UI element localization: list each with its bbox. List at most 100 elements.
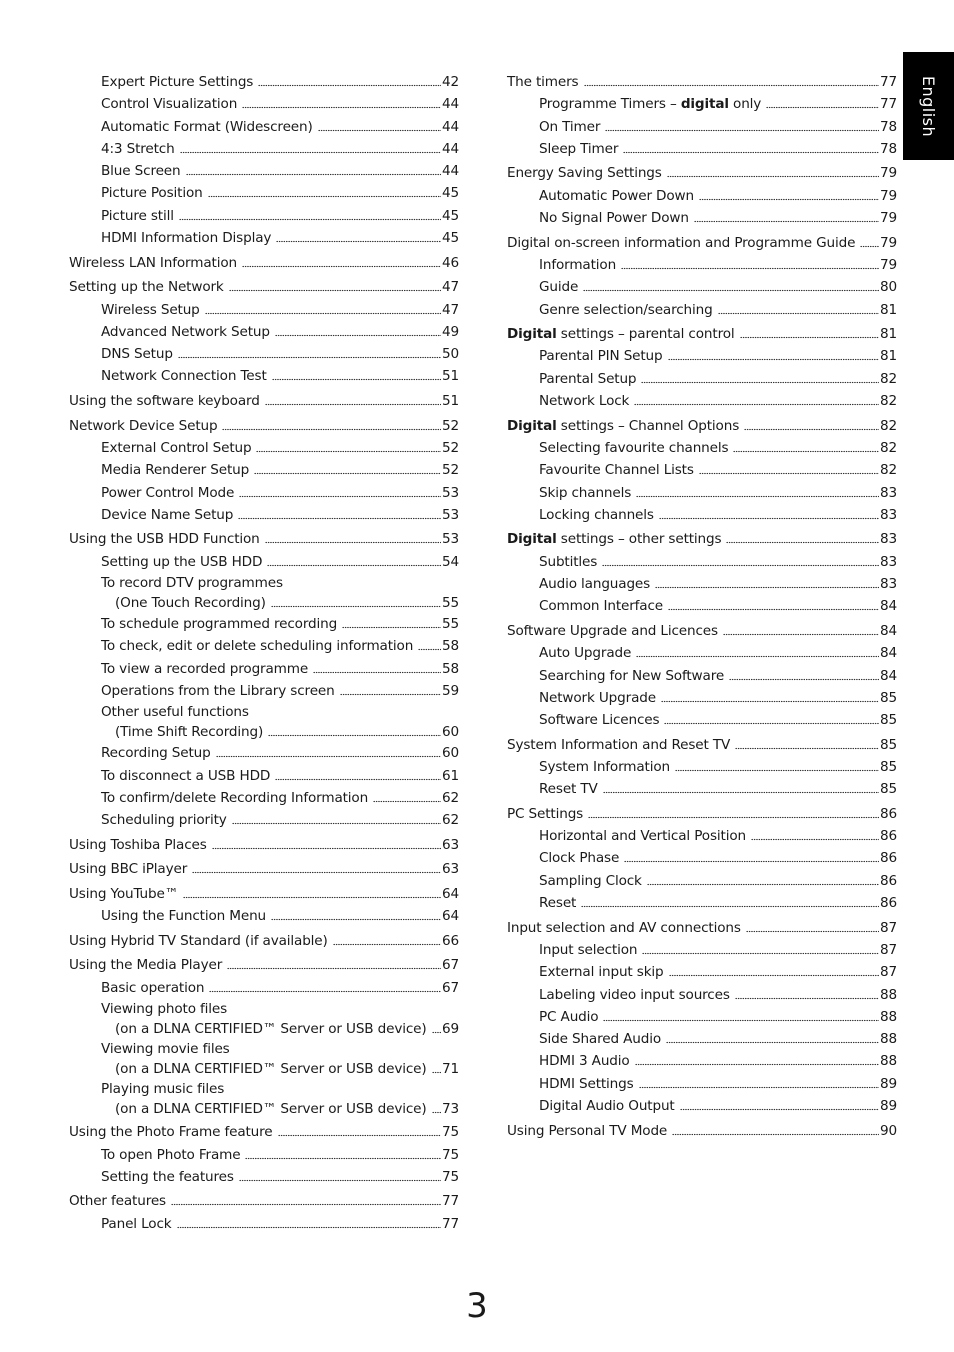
toc-subentry-continuation[interactable]: (on a DLNA CERTIFIED™ Server or USB devi… xyxy=(69,1099,459,1119)
toc-page-number[interactable]: 55 xyxy=(442,613,459,635)
toc-subentry[interactable]: Network Connection Test 51 xyxy=(69,365,459,387)
toc-page-number[interactable]: 77 xyxy=(442,1213,459,1235)
toc-entry[interactable]: Digital settings – other settings 83 xyxy=(507,528,897,550)
toc-page-number[interactable]: 79 xyxy=(880,185,897,207)
toc-page-number[interactable]: 75 xyxy=(442,1166,459,1188)
toc-page-number[interactable]: 46 xyxy=(442,252,459,274)
toc-page-number[interactable]: 79 xyxy=(880,232,897,254)
toc-page-number[interactable]: 83 xyxy=(880,482,897,504)
toc-subentry[interactable]: External input skip 87 xyxy=(507,961,897,983)
toc-entry[interactable]: Digital settings – Channel Options 82 xyxy=(507,415,897,437)
toc-page-number[interactable]: 88 xyxy=(880,1028,897,1050)
toc-page-number[interactable]: 55 xyxy=(442,593,459,613)
toc-subentry[interactable]: Reset TV 85 xyxy=(507,778,897,800)
toc-page-number[interactable]: 62 xyxy=(442,787,459,809)
toc-page-number[interactable]: 84 xyxy=(880,595,897,617)
toc-page-number[interactable]: 64 xyxy=(442,905,459,927)
toc-subentry[interactable]: 4:3 Stretch 44 xyxy=(69,138,459,160)
toc-subentry-continuation[interactable]: (on a DLNA CERTIFIED™ Server or USB devi… xyxy=(69,1019,459,1039)
toc-page-number[interactable]: 86 xyxy=(880,825,897,847)
toc-page-number[interactable]: 85 xyxy=(880,709,897,731)
toc-subentry[interactable]: Common Interface 84 xyxy=(507,595,897,617)
toc-page-number[interactable]: 44 xyxy=(442,160,459,182)
toc-page-number[interactable]: 78 xyxy=(880,138,897,160)
toc-subentry[interactable]: Information 79 xyxy=(507,254,897,276)
toc-subentry[interactable]: Power Control Mode 53 xyxy=(69,482,459,504)
toc-subentry[interactable]: Reset 86 xyxy=(507,892,897,914)
toc-subentry[interactable]: Sampling Clock 86 xyxy=(507,870,897,892)
toc-page-number[interactable]: 79 xyxy=(880,162,897,184)
toc-page-number[interactable]: 82 xyxy=(880,437,897,459)
toc-page-number[interactable]: 82 xyxy=(880,390,897,412)
toc-subentry[interactable]: Audio languages 83 xyxy=(507,573,897,595)
toc-subentry[interactable]: Digital Audio Output 89 xyxy=(507,1095,897,1117)
toc-subentry[interactable]: Using the Function Menu 64 xyxy=(69,905,459,927)
toc-subentry[interactable]: Other useful functions xyxy=(69,702,459,722)
toc-subentry[interactable]: Panel Lock 77 xyxy=(69,1213,459,1235)
toc-page-number[interactable]: 50 xyxy=(442,343,459,365)
toc-page-number[interactable]: 80 xyxy=(880,276,897,298)
toc-page-number[interactable]: 90 xyxy=(880,1120,897,1142)
toc-subentry-continuation[interactable]: (on a DLNA CERTIFIED™ Server or USB devi… xyxy=(69,1059,459,1079)
toc-page-number[interactable]: 42 xyxy=(442,71,459,93)
toc-page-number[interactable]: 82 xyxy=(880,368,897,390)
toc-page-number[interactable]: 85 xyxy=(880,756,897,778)
toc-page-number[interactable]: 83 xyxy=(880,573,897,595)
toc-page-number[interactable]: 84 xyxy=(880,642,897,664)
toc-entry[interactable]: Using Toshiba Places 63 xyxy=(69,834,459,856)
toc-page-number[interactable]: 86 xyxy=(880,847,897,869)
toc-page-number[interactable]: 88 xyxy=(880,1006,897,1028)
toc-entry[interactable]: Wireless LAN Information 46 xyxy=(69,252,459,274)
toc-subentry[interactable]: To view a recorded programme 58 xyxy=(69,658,459,680)
toc-subentry[interactable]: Playing music files xyxy=(69,1079,459,1099)
toc-entry[interactable]: Using Hybrid TV Standard (if available) 6… xyxy=(69,930,459,952)
toc-subentry[interactable]: Wireless Setup 47 xyxy=(69,299,459,321)
toc-page-number[interactable]: 53 xyxy=(442,482,459,504)
toc-subentry[interactable]: PC Audio 88 xyxy=(507,1006,897,1028)
toc-entry[interactable]: Network Device Setup 52 xyxy=(69,415,459,437)
toc-page-number[interactable]: 82 xyxy=(880,459,897,481)
toc-page-number[interactable]: 82 xyxy=(880,415,897,437)
toc-subentry[interactable]: Basic operation 67 xyxy=(69,977,459,999)
toc-subentry[interactable]: Automatic Power Down 79 xyxy=(507,185,897,207)
toc-page-number[interactable]: 63 xyxy=(442,834,459,856)
toc-subentry[interactable]: Setting up the USB HDD 54 xyxy=(69,551,459,573)
toc-page-number[interactable]: 47 xyxy=(442,276,459,298)
toc-entry[interactable]: Using the software keyboard 51 xyxy=(69,390,459,412)
toc-page-number[interactable]: 86 xyxy=(880,870,897,892)
toc-page-number[interactable]: 77 xyxy=(442,1190,459,1212)
toc-page-number[interactable]: 52 xyxy=(442,459,459,481)
toc-entry[interactable]: Using the Photo Frame feature 75 xyxy=(69,1121,459,1143)
toc-subentry[interactable]: System Information 85 xyxy=(507,756,897,778)
toc-page-number[interactable]: 67 xyxy=(442,954,459,976)
toc-subentry[interactable]: Clock Phase 86 xyxy=(507,847,897,869)
toc-subentry[interactable]: Skip channels 83 xyxy=(507,482,897,504)
toc-entry[interactable]: Using the USB HDD Function 53 xyxy=(69,528,459,550)
toc-page-number[interactable]: 83 xyxy=(880,551,897,573)
toc-page-number[interactable]: 75 xyxy=(442,1144,459,1166)
toc-subentry[interactable]: Blue Screen 44 xyxy=(69,160,459,182)
toc-page-number[interactable]: 63 xyxy=(442,858,459,880)
toc-subentry[interactable]: Sleep Timer 78 xyxy=(507,138,897,160)
toc-page-number[interactable]: 45 xyxy=(442,227,459,249)
toc-page-number[interactable]: 89 xyxy=(880,1073,897,1095)
toc-subentry-continuation[interactable]: (One Touch Recording) 55 xyxy=(69,593,459,613)
toc-subentry[interactable]: Picture Position 45 xyxy=(69,182,459,204)
toc-subentry[interactable]: No Signal Power Down 79 xyxy=(507,207,897,229)
toc-subentry[interactable]: Auto Upgrade 84 xyxy=(507,642,897,664)
toc-page-number[interactable]: 53 xyxy=(442,528,459,550)
toc-page-number[interactable]: 60 xyxy=(442,742,459,764)
toc-page-number[interactable]: 44 xyxy=(442,138,459,160)
toc-entry[interactable]: PC Settings 86 xyxy=(507,803,897,825)
toc-page-number[interactable]: 45 xyxy=(442,205,459,227)
toc-page-number[interactable]: 86 xyxy=(880,892,897,914)
toc-subentry[interactable]: Viewing movie files xyxy=(69,1039,459,1059)
toc-entry[interactable]: Using the Media Player 67 xyxy=(69,954,459,976)
toc-subentry[interactable]: Media Renderer Setup 52 xyxy=(69,459,459,481)
toc-page-number[interactable]: 83 xyxy=(880,504,897,526)
toc-subentry[interactable]: To disconnect a USB HDD 61 xyxy=(69,765,459,787)
toc-page-number[interactable]: 67 xyxy=(442,977,459,999)
toc-subentry[interactable]: To record DTV programmes xyxy=(69,573,459,593)
toc-page-number[interactable]: 79 xyxy=(880,207,897,229)
toc-page-number[interactable]: 85 xyxy=(880,734,897,756)
